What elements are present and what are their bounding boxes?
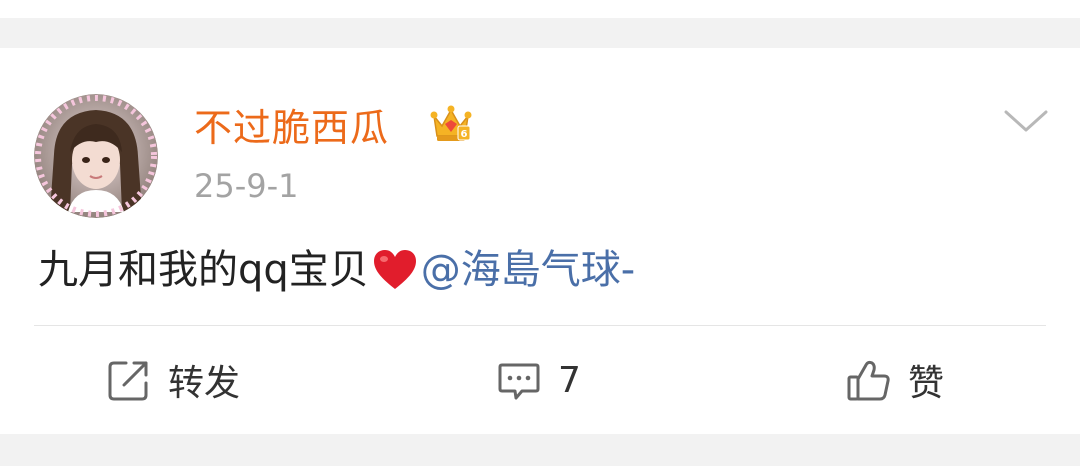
like-label: 赞 — [908, 363, 945, 404]
share-out-icon — [108, 361, 148, 401]
feed-page: 不过脆西瓜 6 25-9-1 九月和我的qq宝贝 @海島气球- 转发 7 赞 — [0, 0, 1080, 466]
crown-badge-icon[interactable]: 6 — [428, 102, 474, 146]
previous-card-edge — [0, 0, 1080, 18]
thumbs-up-icon — [847, 360, 890, 401]
mention-link[interactable]: @海島气球- — [421, 244, 635, 296]
comment-bubble-icon — [498, 363, 540, 400]
post-timestamp: 25-9-1 — [194, 167, 299, 205]
comment-count: 7 — [558, 359, 581, 401]
username[interactable]: 不过脆西瓜 — [194, 106, 389, 150]
chevron-down-icon[interactable] — [1002, 104, 1050, 136]
svg-text:6: 6 — [461, 129, 468, 140]
avatar-image — [34, 94, 158, 218]
heart-icon — [373, 250, 416, 289]
repost-label: 转发 — [168, 363, 241, 404]
avatar[interactable] — [34, 94, 158, 218]
post-content: 九月和我的qq宝贝 @海島气球- — [38, 244, 635, 296]
comment-button[interactable]: 7 — [496, 354, 581, 406]
weibo-post-card[interactable]: 不过脆西瓜 6 25-9-1 九月和我的qq宝贝 @海島气球- 转发 7 赞 — [0, 48, 1080, 434]
divider — [34, 325, 1046, 326]
repost-button[interactable]: 转发 — [106, 354, 240, 406]
like-button[interactable]: 赞 — [846, 354, 944, 406]
post-text: 九月和我的qq宝贝 — [38, 247, 369, 293]
